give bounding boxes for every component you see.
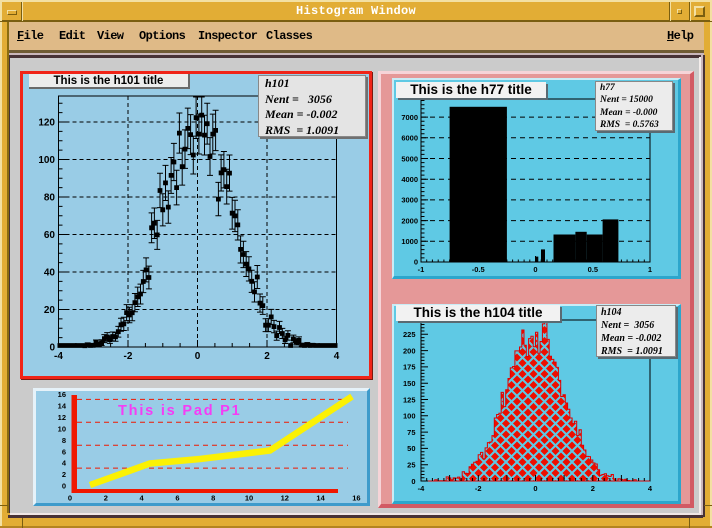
svg-text:4: 4	[62, 459, 67, 468]
svg-text:-2: -2	[124, 351, 133, 362]
svg-text:7000: 7000	[401, 113, 418, 122]
svg-text:14: 14	[58, 402, 67, 411]
svg-text:6: 6	[62, 447, 66, 456]
svg-text:6: 6	[175, 494, 179, 503]
svg-text:1000: 1000	[401, 237, 418, 246]
svg-text:50: 50	[407, 444, 415, 453]
svg-text:0: 0	[533, 484, 537, 493]
svg-text:-2: -2	[475, 484, 482, 493]
svg-text:0: 0	[411, 477, 415, 486]
svg-text:75: 75	[407, 428, 415, 437]
svg-text:0: 0	[533, 265, 537, 274]
svg-text:80: 80	[44, 193, 56, 204]
svg-text:6000: 6000	[401, 134, 418, 143]
svg-text:8: 8	[211, 494, 215, 503]
svg-text:60: 60	[44, 230, 56, 241]
svg-text:14: 14	[316, 494, 325, 503]
svg-text:100: 100	[38, 155, 55, 166]
svg-text:12: 12	[58, 413, 66, 422]
svg-text:10: 10	[58, 424, 66, 433]
svg-text:This is Pad P1: This is Pad P1	[118, 403, 242, 419]
svg-text:0.5: 0.5	[588, 265, 598, 274]
svg-text:200: 200	[403, 346, 416, 355]
svg-text:4: 4	[334, 351, 340, 362]
svg-text:125: 125	[403, 395, 416, 404]
svg-text:8: 8	[62, 436, 66, 445]
svg-text:40: 40	[44, 268, 56, 279]
svg-text:100: 100	[403, 412, 416, 421]
svg-text:1: 1	[648, 265, 652, 274]
svg-text:20: 20	[44, 305, 56, 316]
svg-text:-4: -4	[54, 351, 63, 362]
svg-text:0: 0	[62, 482, 66, 491]
svg-text:2: 2	[591, 484, 595, 493]
svg-text:5000: 5000	[401, 154, 418, 163]
svg-text:4: 4	[140, 494, 145, 503]
svg-text:4000: 4000	[401, 175, 418, 184]
svg-text:4: 4	[648, 484, 653, 493]
svg-text:2: 2	[104, 494, 108, 503]
svg-text:16: 16	[58, 390, 66, 399]
svg-text:10: 10	[245, 494, 253, 503]
svg-text:-0.5: -0.5	[472, 265, 485, 274]
svg-text:-1: -1	[418, 265, 425, 274]
svg-text:225: 225	[403, 330, 416, 339]
svg-text:2: 2	[62, 470, 66, 479]
svg-text:2: 2	[264, 351, 270, 362]
svg-text:2000: 2000	[401, 216, 418, 225]
svg-text:3000: 3000	[401, 196, 418, 205]
svg-text:175: 175	[403, 363, 416, 372]
svg-text:0: 0	[68, 494, 72, 503]
svg-text:25: 25	[407, 461, 415, 470]
svg-text:16: 16	[352, 494, 360, 503]
svg-text:120: 120	[38, 118, 55, 129]
svg-text:150: 150	[403, 379, 416, 388]
svg-text:0: 0	[195, 351, 201, 362]
svg-text:12: 12	[281, 494, 289, 503]
svg-text:-4: -4	[418, 484, 425, 493]
